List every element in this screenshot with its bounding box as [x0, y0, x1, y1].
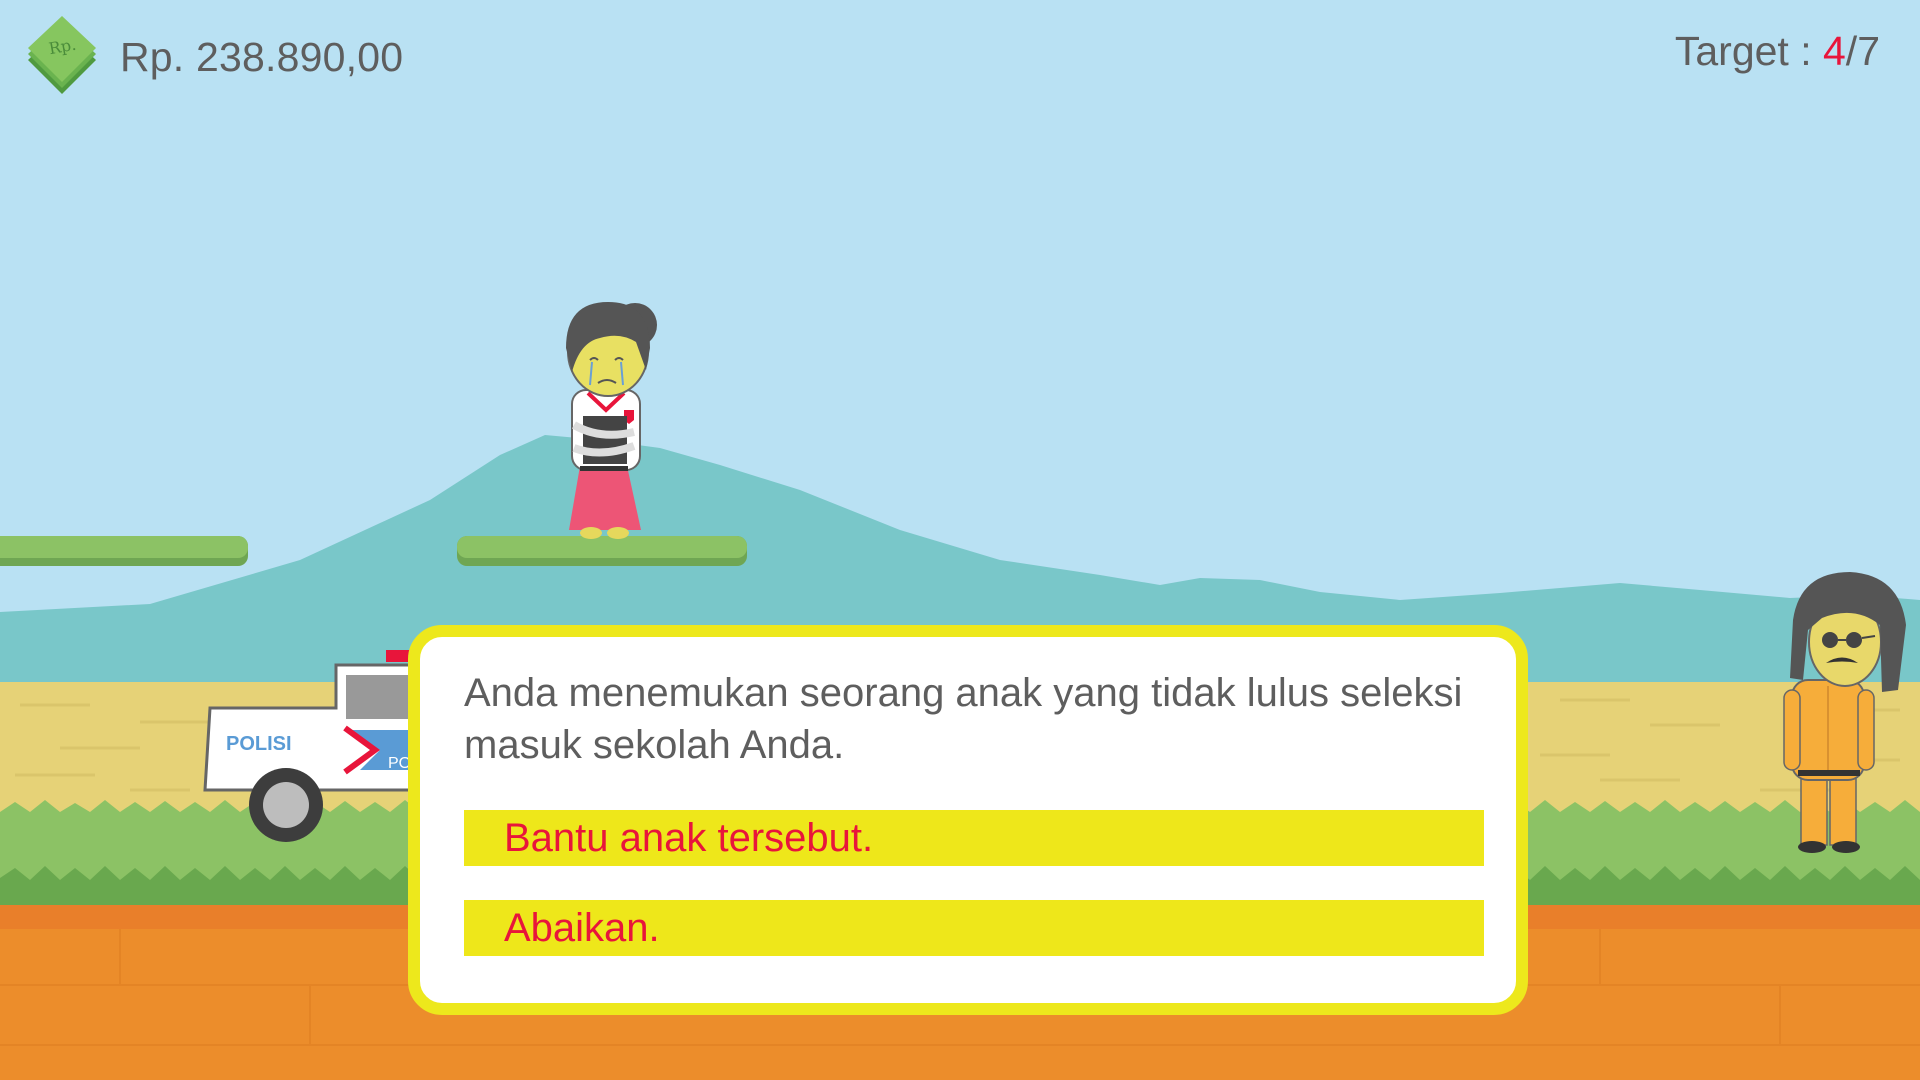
target-total: /7 — [1845, 28, 1880, 74]
choice-ignore-button[interactable]: Abaikan. — [464, 900, 1484, 956]
police-car-label: POLISI — [226, 733, 292, 755]
choice-help-child-button[interactable]: Bantu anak tersebut. — [464, 810, 1484, 866]
target-label: Target : — [1674, 28, 1823, 74]
game-stage: POLISI PO Rp. Rp. 238.890,00 Target: 4/… — [0, 0, 1920, 1080]
money-display: Rp. Rp. 238.890,00 — [26, 14, 403, 100]
event-dialog: Anda menemukan seorang anak yang tidak l… — [408, 625, 1528, 1015]
dialog-message: Anda menemukan seorang anak yang tidak l… — [464, 671, 1463, 767]
money-stack-icon: Rp. — [26, 14, 98, 100]
target-counter: Target : 4/7 — [1675, 28, 1880, 75]
platform-center — [457, 536, 747, 566]
target-current: 4 — [1822, 28, 1846, 74]
money-amount: Rp. 238.890,00 — [120, 33, 404, 80]
platform-left — [0, 536, 248, 566]
